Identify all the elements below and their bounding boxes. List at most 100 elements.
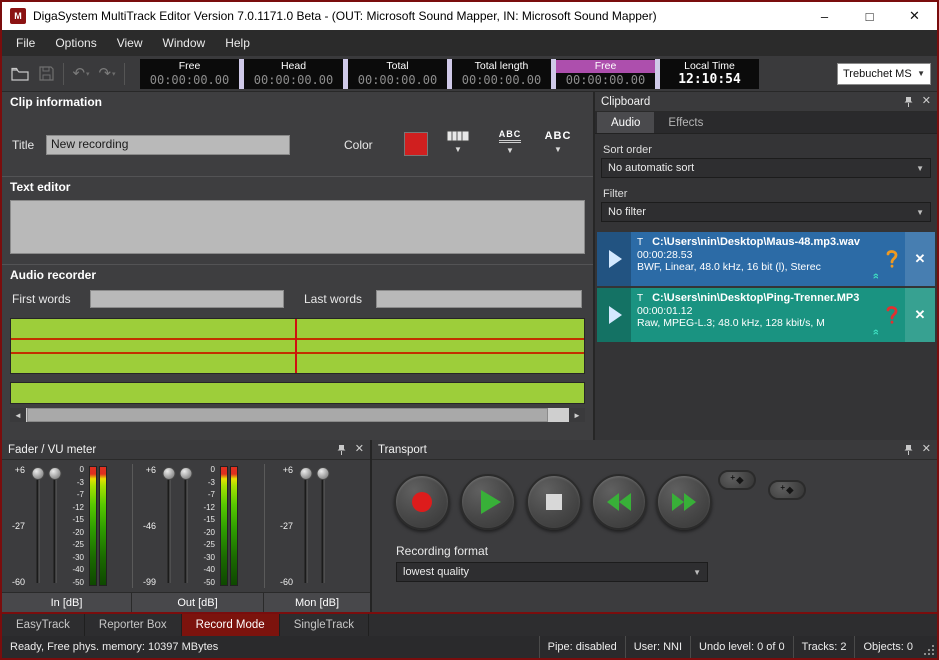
- color-swatch[interactable]: [404, 132, 428, 156]
- item-body[interactable]: TC:\Users\nin\Desktop\Ping-Trenner.MP3 0…: [631, 288, 879, 342]
- filter-select[interactable]: No filter ▼: [601, 202, 931, 222]
- counter-value: 00:00:00.00: [566, 73, 645, 87]
- menu-help[interactable]: Help: [215, 32, 260, 54]
- transport-title: Transport: [378, 444, 895, 456]
- font-select[interactable]: Trebuchet MS ▼: [837, 63, 931, 85]
- title-input[interactable]: New recording: [46, 135, 290, 155]
- close-panel-icon[interactable]: ✕: [922, 96, 931, 107]
- open-folder-button[interactable]: [7, 62, 33, 86]
- vu-scale: 0-3-7-12-15-20-25-30-40-50: [194, 463, 219, 589]
- collapse-chevrons-icon[interactable]: »: [870, 329, 879, 335]
- counter-value: 00:00:00.00: [462, 73, 541, 87]
- item-play-button[interactable]: [597, 288, 631, 342]
- slider-knob[interactable]: [162, 467, 175, 480]
- item-play-button[interactable]: [597, 232, 631, 286]
- menu-window[interactable]: Window: [153, 32, 216, 54]
- tab-effects[interactable]: Effects: [654, 112, 717, 133]
- redo-dropdown-icon: ▾: [112, 70, 116, 78]
- toolbar-icons: ↶ ▾ ↷ ▾: [2, 62, 134, 86]
- close-panel-icon[interactable]: ✕: [922, 444, 931, 455]
- close-panel-icon[interactable]: ✕: [355, 444, 364, 455]
- maximize-button[interactable]: □: [847, 2, 892, 30]
- rewind-icon: [607, 493, 619, 511]
- abc-dropdown-button[interactable]: ABC ▼: [536, 118, 580, 166]
- clipboard-tabs: Audio Effects: [595, 112, 937, 134]
- clipboard-item[interactable]: TC:\Users\nin\Desktop\Ping-Trenner.MP3 0…: [597, 288, 935, 342]
- diamond-plus-button-1[interactable]: +◆: [718, 470, 756, 490]
- text-editor-area[interactable]: [10, 200, 585, 254]
- prelisten-ear-button[interactable]: [879, 232, 905, 286]
- minimize-button[interactable]: –: [802, 2, 847, 30]
- tab-singletrack[interactable]: SingleTrack: [280, 614, 369, 636]
- clipboard-item[interactable]: TC:\Users\nin\Desktop\Maus-48.mp3.wav 00…: [597, 232, 935, 286]
- slider-knob[interactable]: [48, 467, 61, 480]
- tab-reporter-box[interactable]: Reporter Box: [85, 614, 182, 636]
- fast-forward-button[interactable]: [656, 474, 712, 530]
- fader-slider[interactable]: [297, 463, 314, 589]
- slider-knob[interactable]: [179, 467, 192, 480]
- vu-scale: 0-3-7-12-15-20-25-30-40-50: [63, 463, 88, 589]
- stop-button[interactable]: [526, 474, 582, 530]
- fader-scale: +6 -27 -60: [3, 463, 29, 589]
- menu-options[interactable]: Options: [45, 32, 106, 54]
- waveform-scrollbar[interactable]: ◄ ►: [10, 408, 585, 422]
- menu-file[interactable]: File: [6, 32, 45, 54]
- sort-order-select[interactable]: No automatic sort ▼: [601, 158, 931, 178]
- play-icon: [609, 306, 622, 324]
- scroll-right-button[interactable]: ►: [569, 408, 585, 422]
- in-db-label: In [dB]: [2, 593, 132, 612]
- play-icon: [481, 490, 501, 514]
- play-button[interactable]: [460, 474, 516, 530]
- fader-slider[interactable]: [177, 463, 194, 589]
- clipboard-title: Clipboard: [601, 96, 895, 108]
- title-label: Title: [12, 138, 34, 152]
- playhead-cursor[interactable]: [295, 319, 297, 373]
- fader-slider[interactable]: [160, 463, 177, 589]
- save-button[interactable]: [33, 62, 59, 86]
- item-body[interactable]: TC:\Users\nin\Desktop\Maus-48.mp3.wav 00…: [631, 232, 879, 286]
- status-pipe: Pipe: disabled: [539, 636, 625, 658]
- overview-bar[interactable]: [10, 382, 585, 404]
- resize-grip[interactable]: [921, 636, 937, 658]
- scrollbar-track[interactable]: [26, 408, 569, 422]
- app-icon-letter: M: [14, 11, 22, 21]
- slider-knob[interactable]: [31, 467, 44, 480]
- filter-value: No filter: [608, 206, 646, 218]
- title-bar: M DigaSystem MultiTrack Editor Version 7…: [2, 2, 937, 30]
- rewind-button[interactable]: [591, 474, 647, 530]
- prelisten-ear-button[interactable]: [879, 288, 905, 342]
- menu-view[interactable]: View: [107, 32, 153, 54]
- item-filename: C:\Users\nin\Desktop\Ping-Trenner.MP3: [652, 292, 859, 304]
- pin-icon[interactable]: [904, 444, 913, 456]
- recording-format-select[interactable]: lowest quality ▼: [396, 562, 708, 582]
- last-words-label: Last words: [304, 292, 362, 306]
- pin-icon[interactable]: [904, 96, 913, 108]
- scrollbar-thumb[interactable]: [27, 408, 548, 422]
- tab-easytrack[interactable]: EasyTrack: [2, 614, 85, 636]
- text-style-dropdown-button[interactable]: ABC ▼: [488, 118, 532, 166]
- tab-record-mode[interactable]: Record Mode: [182, 614, 280, 636]
- keyboard-dropdown-button[interactable]: ▼: [436, 118, 480, 166]
- status-tracks: Tracks: 2: [793, 636, 855, 658]
- redo-button[interactable]: ↷ ▾: [94, 62, 120, 86]
- pin-icon[interactable]: [337, 444, 346, 456]
- fader-slider[interactable]: [46, 463, 63, 589]
- first-words-input[interactable]: [90, 290, 284, 308]
- close-button[interactable]: ✕: [892, 2, 937, 30]
- fader-slider[interactable]: [29, 463, 46, 589]
- item-delete-button[interactable]: ✕: [905, 288, 935, 342]
- fader-slider[interactable]: [314, 463, 331, 589]
- diamond-plus-button-2[interactable]: +◆: [768, 480, 806, 500]
- last-words-input[interactable]: [376, 290, 582, 308]
- item-delete-button[interactable]: ✕: [905, 232, 935, 286]
- slider-knob[interactable]: [316, 467, 329, 480]
- record-button[interactable]: [394, 474, 450, 530]
- slider-knob[interactable]: [299, 467, 312, 480]
- undo-button[interactable]: ↶ ▾: [68, 62, 94, 86]
- waveform-display[interactable]: [10, 318, 585, 374]
- scroll-left-button[interactable]: ◄: [10, 408, 26, 422]
- fast-forward-icon: [672, 493, 684, 511]
- tab-audio[interactable]: Audio: [597, 112, 654, 133]
- collapse-chevrons-icon[interactable]: »: [870, 273, 879, 279]
- counter-head: Head 00:00:00.00: [244, 59, 343, 89]
